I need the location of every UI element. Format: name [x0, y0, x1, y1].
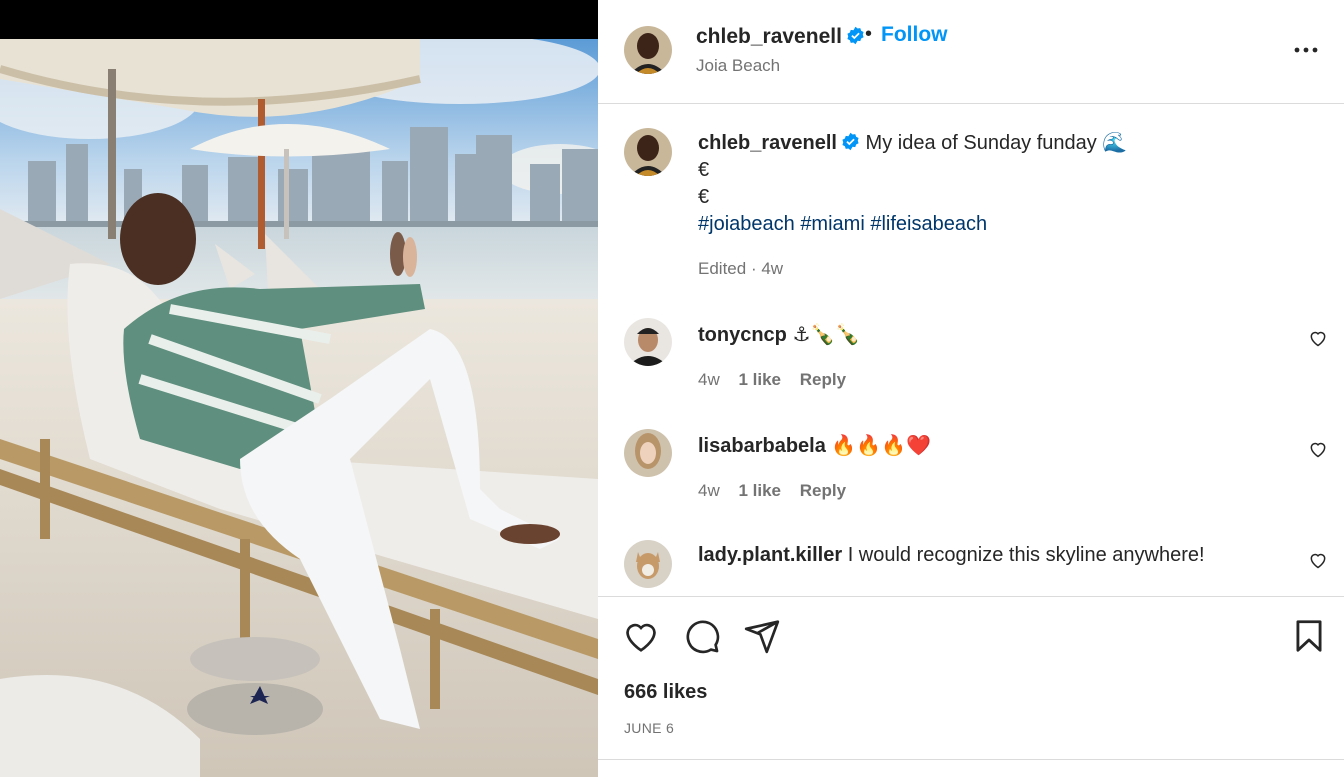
post-actions: 666 likes JUNE 6 — [598, 596, 1344, 760]
heart-icon[interactable] — [1308, 550, 1328, 570]
comment-meta: 4w 1 like Reply — [698, 370, 860, 390]
comment-item: lady.plant.killer I would recognize this… — [598, 540, 1344, 596]
commenter-avatar[interactable] — [624, 540, 672, 588]
verified-badge-icon — [842, 132, 859, 151]
post-details-panel: chleb_ravenell • Follow Joia Beach chleb… — [598, 0, 1344, 777]
comment-text: 🔥🔥🔥❤️ — [831, 435, 932, 457]
hashtag-link[interactable]: #miami — [800, 213, 864, 235]
comment-age[interactable]: 4w — [698, 481, 720, 500]
comments-section[interactable]: chleb_ravenell My idea of Sunday funday … — [598, 104, 1344, 596]
comment-likes[interactable]: 1 like — [738, 481, 781, 500]
separator-dot: • — [865, 23, 873, 45]
more-options-icon[interactable] — [1292, 38, 1320, 62]
wave-emoji: 🌊 — [1102, 132, 1128, 154]
post-photo — [0, 39, 598, 777]
caption-line: € — [698, 186, 710, 208]
follow-button[interactable]: Follow — [881, 23, 948, 47]
commenter-username[interactable]: tonycncp — [698, 324, 787, 346]
comment-item: tonycncp ⚓🍾🍾 4w 1 like Reply — [598, 318, 1344, 418]
like-heart-icon[interactable] — [622, 617, 660, 655]
share-icon[interactable] — [743, 617, 781, 655]
post-media[interactable] — [0, 0, 598, 777]
heart-icon[interactable] — [1308, 328, 1328, 348]
bookmark-icon[interactable] — [1290, 617, 1328, 655]
hashtag-link[interactable]: #joiabeach — [698, 213, 795, 235]
hashtag-link[interactable]: #lifeisabeach — [870, 213, 987, 235]
author-username[interactable]: chleb_ravenell — [696, 25, 865, 49]
commenter-avatar[interactable] — [624, 429, 672, 477]
caption-age[interactable]: 4w — [761, 259, 783, 278]
edited-label: Edited — [698, 259, 747, 278]
post-date[interactable]: JUNE 6 — [624, 720, 674, 736]
meta-separator: · — [750, 259, 757, 278]
avatar-image — [624, 429, 672, 477]
author-username-text: chleb_ravenell — [696, 25, 842, 48]
heart-icon[interactable] — [1308, 439, 1328, 459]
commenter-avatar[interactable] — [624, 318, 672, 366]
comment-text: I would recognize this skyline anywhere! — [847, 544, 1205, 566]
caption-meta: Edited · 4w — [698, 259, 783, 279]
comment-body: tonycncp ⚓🍾🍾 — [698, 322, 860, 347]
caption-hashtags: #joiabeach #miami #lifeisabeach — [698, 211, 1318, 238]
caption-text: My idea of Sunday funday — [865, 132, 1097, 154]
caption-line: € — [698, 159, 710, 181]
comment-body: lisabarbabela 🔥🔥🔥❤️ — [698, 433, 931, 458]
caption-author-avatar[interactable] — [624, 128, 672, 176]
commenter-username[interactable]: lisabarbabela — [698, 435, 826, 457]
author-avatar[interactable] — [624, 26, 672, 74]
comment-age[interactable]: 4w — [698, 370, 720, 389]
comment-likes[interactable]: 1 like — [738, 370, 781, 389]
comment-text: ⚓🍾🍾 — [792, 324, 861, 346]
post-header: chleb_ravenell • Follow Joia Beach — [598, 0, 1344, 104]
likes-count[interactable]: 666 likes — [624, 681, 707, 704]
reply-button[interactable]: Reply — [800, 481, 846, 500]
reply-button[interactable]: Reply — [800, 370, 846, 389]
caption-username[interactable]: chleb_ravenell — [698, 132, 837, 154]
avatar-image — [624, 128, 672, 176]
comment-item: lisabarbabela 🔥🔥🔥❤️ 4w 1 like Reply — [598, 429, 1344, 529]
verified-badge-icon — [847, 26, 864, 45]
commenter-username[interactable]: lady.plant.killer — [698, 544, 842, 566]
avatar-image — [624, 318, 672, 366]
comment-body: lady.plant.killer I would recognize this… — [698, 544, 1205, 567]
post-caption: chleb_ravenell My idea of Sunday funday … — [698, 130, 1318, 238]
avatar-image — [624, 26, 672, 74]
post-location[interactable]: Joia Beach — [696, 56, 780, 76]
avatar-image — [624, 540, 672, 588]
comment-meta: 4w 1 like Reply — [698, 481, 860, 501]
comment-icon[interactable] — [683, 617, 721, 655]
